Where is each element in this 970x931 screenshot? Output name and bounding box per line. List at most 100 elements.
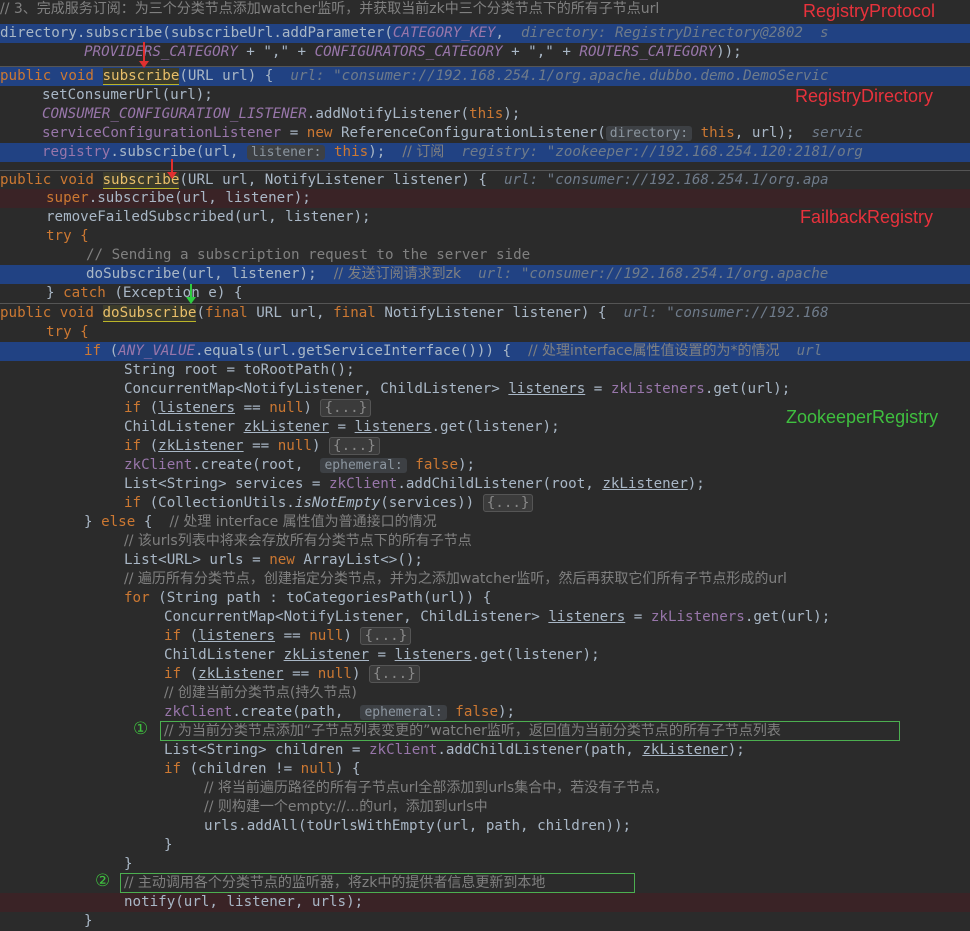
comment: // 3、完成服务订阅：为三个分类节点添加watcher监听，并获取当前zk中三… [0,1,660,17]
code-text: ReferenceConfigurationListener( [340,125,606,141]
arrow-down-icon [186,284,196,304]
marker-two: ② [95,871,111,891]
variable: zkListener [198,666,284,682]
code-line: // 遍历所有分类节点，创建指定分类节点，并为之添加watcher监听，然后再获… [0,570,970,589]
code-line: List<String> children = zkClient.addChil… [0,741,970,760]
keyword: this [325,144,369,160]
code-text: .get(listener); [431,419,560,435]
code-text: ChildListener [164,647,284,663]
code-text: ) { [334,761,361,777]
code-text: ( [196,305,206,321]
keyword: final [333,305,385,321]
keyword: public void [0,68,103,84]
code-line: for (String path : toCategoriesPath(url)… [0,589,970,608]
comment: // 发送订阅请求到zk [333,266,462,282]
variable: zkListener [602,476,688,492]
keyword: null [277,438,312,454]
code-text: )); [716,44,742,60]
keyword: if [84,343,110,359]
code-text: doSubscribe(url, listener); [86,266,334,282]
code-text: .addNotifyListener( [306,106,470,122]
debug-hint: url: "consumer://192.168.254.1/org.apa [503,172,829,188]
keyword: try { [46,228,89,244]
variable: listeners [394,647,472,663]
code-text: NotifyListener listener) { [384,305,624,321]
comment: // 处理interface属性值设置的为*的情况 [528,343,780,359]
variable: zkListener [642,742,728,758]
code-text: ( [109,343,119,359]
code-line: serviceConfigurationListener = new Refer… [0,124,970,143]
variable: zkListener [158,438,244,454]
code-text: == [243,438,278,454]
comment: // 处理 interface 属性值为普通接口的情况 [169,514,437,530]
code-text: List<String> children = [164,742,369,758]
debug-hint: servic [811,125,863,141]
code-text: ChildListener [124,419,244,435]
code-line-highlighted: if (ANY_VALUE.equals(url.getServiceInter… [0,342,970,361]
keyword: catch [63,285,115,301]
debug-hint: url: "consumer://192.168 [623,305,829,321]
code-line: if (CollectionUtils.isNotEmpty(services)… [0,494,970,513]
code-text: , [495,25,522,41]
code-text: .subscribe(url, [110,144,248,160]
code-text: { [143,514,170,530]
fold-toggle[interactable]: {...} [482,494,534,512]
code-line: if (zkListener == null) {...} [0,437,970,456]
code-line: } [0,855,970,874]
code-text: = [329,419,355,435]
keyword: if [124,400,150,416]
code-line: ConcurrentMap<NotifyListener, ChildListe… [0,380,970,399]
keyword: public void [0,305,103,321]
keyword: new [306,125,341,141]
keyword: try { [46,324,89,340]
fold-toggle[interactable]: {...} [369,665,420,683]
code-text: ); [503,106,521,122]
code-text: setConsumerUrl(url); [42,87,213,103]
variable: listeners [548,609,626,625]
keyword: null [269,400,304,416]
keyword: public void [0,172,103,188]
code-text: List<URL> urls = [124,552,270,568]
keyword: for [124,590,159,606]
code-text: } [124,856,133,872]
keyword: null [317,666,352,682]
code-text: == [235,400,270,416]
code-line: } [0,912,970,931]
fold-toggle[interactable]: {...} [320,399,372,417]
debug-hint: url: "consumer://192.168.254.1/org.apach… [290,68,829,84]
code-line-highlighted: registry.subscribe(url, listener: this);… [0,143,970,162]
comment: // 该urls列表中将来会存放所有分类节点下的所有子节点 [124,533,472,549]
code-text: } [164,837,173,853]
code-line: super.subscribe(url, listener); [0,189,970,208]
code-line: if (children != null) { [0,760,970,779]
code-text: .equals(url.getServiceInterface())) { [195,343,529,359]
code-text: (services)) [380,495,483,511]
code-text: == [275,628,310,644]
arrow-down-icon [139,42,149,68]
debug-hint: directory: RegistryDirectory@2802 s [521,25,829,41]
label-registry-directory: RegistryDirectory [795,86,934,106]
code-text: ); [727,742,745,758]
keyword: new [269,552,304,568]
code-text: ) [351,666,370,682]
comment: // 订阅 [402,144,445,160]
comment: // 创建当前分类节点(持久节点) [164,685,357,701]
label-failback-registry: FailbackRegistry [800,207,934,227]
fold-toggle[interactable]: {...} [329,437,380,455]
comment: // 遍历所有分类节点，创建指定分类节点，并为之添加watcher监听，然后再获… [124,571,787,587]
param-hint: ephemeral: [360,705,447,720]
code-text: (CollectionUtils. [149,495,295,511]
code-text: (String path : toCategoriesPath(url)) { [158,590,492,606]
code-text: .create(root, [192,457,321,473]
keyword: false [446,704,498,720]
fold-toggle[interactable]: {...} [360,627,412,645]
constant: ANY_VALUE [118,343,196,359]
code-text: .addChildListener(root, [397,476,603,492]
code-line-highlighted: doSubscribe(url, listener); // 发送订阅请求到zk… [0,265,970,284]
code-text: .get(listener); [471,647,600,663]
constant: CONFIGURATORS_CATEGORY [314,44,503,60]
keyword: final [205,305,257,321]
code-text: .addChildListener(path, [437,742,643,758]
variable: listeners [354,419,432,435]
code-text: = [281,125,307,141]
